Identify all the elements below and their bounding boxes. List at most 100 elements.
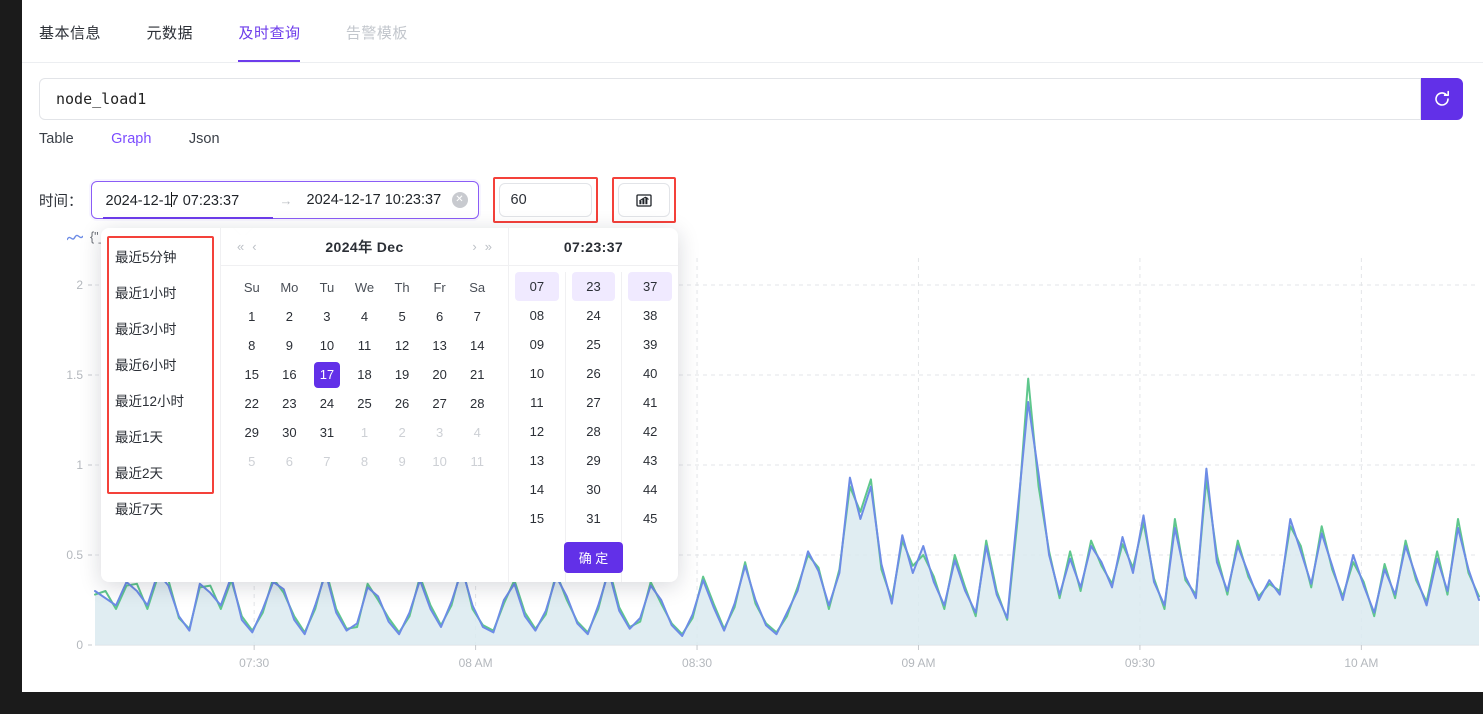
quick-range-1d[interactable]: 最近1天 <box>101 418 220 454</box>
calendar-day[interactable]: 18 <box>351 362 377 388</box>
calendar-day[interactable]: 9 <box>389 449 415 475</box>
confirm-button[interactable]: 确 定 <box>563 541 624 573</box>
quick-range-3h[interactable]: 最近3小时 <box>101 310 220 346</box>
calendar-day[interactable]: 8 <box>239 333 265 359</box>
calendar-day[interactable]: 15 <box>239 362 265 388</box>
calendar-day[interactable]: 17 <box>313 362 340 388</box>
calendar-day[interactable]: 10 <box>427 449 453 475</box>
hour-option[interactable]: 10 <box>515 359 559 388</box>
calendar-day[interactable]: 2 <box>276 304 302 330</box>
second-option[interactable]: 42 <box>628 417 672 446</box>
view-tab-table[interactable]: Table <box>39 131 74 147</box>
minute-option[interactable]: 29 <box>572 446 616 475</box>
tab-instant-query[interactable]: 及时查询 <box>238 0 301 62</box>
quick-range-2d[interactable]: 最近2天 <box>101 454 220 490</box>
refresh-icon <box>1435 90 1449 106</box>
next-month-icon[interactable]: › <box>468 239 480 254</box>
calendar-day[interactable]: 29 <box>239 420 265 446</box>
minute-option[interactable]: 26 <box>572 359 616 388</box>
calendar-day[interactable]: 7 <box>464 304 490 330</box>
calendar-day[interactable]: 26 <box>389 391 415 417</box>
calendar-day[interactable]: 4 <box>351 304 377 330</box>
calendar-day[interactable]: 13 <box>427 333 453 359</box>
minute-option[interactable]: 23 <box>571 272 616 301</box>
calendar-day[interactable]: 4 <box>464 420 490 446</box>
calendar-day[interactable]: 7 <box>314 449 340 475</box>
second-option[interactable]: 37 <box>628 272 673 301</box>
minute-option[interactable]: 30 <box>572 475 616 504</box>
calendar-day[interactable]: 12 <box>389 333 415 359</box>
refresh-button[interactable] <box>1421 78 1463 120</box>
query-input[interactable] <box>39 78 1421 120</box>
calendar-day[interactable]: 1 <box>239 304 265 330</box>
prev-month-icon[interactable]: ‹ <box>248 239 260 254</box>
view-tab-graph[interactable]: Graph <box>111 131 151 147</box>
calendar-day[interactable]: 25 <box>351 391 377 417</box>
time-range-picker[interactable]: 2024-12-17 07:23:37 → 2024-12-17 10:23:3… <box>90 181 479 219</box>
hour-option[interactable]: 12 <box>515 417 559 446</box>
calendar-day[interactable]: 5 <box>389 304 415 330</box>
calendar-day[interactable]: 6 <box>276 449 302 475</box>
minute-option[interactable]: 25 <box>572 330 616 359</box>
quick-range-12h[interactable]: 最近12小时 <box>101 382 220 418</box>
calendar-day[interactable]: 19 <box>389 362 415 388</box>
view-tab-json[interactable]: Json <box>189 131 220 147</box>
range-end-value[interactable]: 2024-12-17 10:23:37 <box>307 192 442 208</box>
hour-option[interactable]: 15 <box>515 504 559 533</box>
calendar-day[interactable]: 28 <box>464 391 490 417</box>
calendar-day[interactable]: 11 <box>464 449 490 475</box>
calendar-day[interactable]: 3 <box>314 304 340 330</box>
popup-footer: 确 定 <box>509 532 678 582</box>
step-input[interactable] <box>498 183 592 217</box>
clear-range-icon[interactable]: ✕ <box>451 192 468 208</box>
calendar-day[interactable]: 21 <box>464 362 490 388</box>
quick-range-6h[interactable]: 最近6小时 <box>101 346 220 382</box>
calendar-day[interactable]: 5 <box>239 449 265 475</box>
calendar-day[interactable]: 2 <box>389 420 415 446</box>
calendar-day[interactable]: 31 <box>314 420 340 446</box>
second-option[interactable]: 40 <box>628 359 672 388</box>
calendar-day[interactable]: 23 <box>276 391 302 417</box>
tab-metadata[interactable]: 元数据 <box>146 0 193 61</box>
calendar-day[interactable]: 1 <box>351 420 377 446</box>
calendar-dow: Th <box>394 280 410 295</box>
calendar-day[interactable]: 14 <box>464 333 490 359</box>
second-option[interactable]: 45 <box>628 504 672 533</box>
prev-year-icon[interactable]: « <box>233 239 248 254</box>
calendar-day[interactable]: 6 <box>427 304 453 330</box>
calendar-day[interactable]: 30 <box>276 420 302 446</box>
calendar-day[interactable]: 8 <box>351 449 377 475</box>
chart-toggle-button[interactable] <box>617 183 670 217</box>
second-option[interactable]: 41 <box>628 388 672 417</box>
hour-option[interactable]: 13 <box>515 446 559 475</box>
range-start-value[interactable]: 2024-12-17 07:23:37 <box>106 191 276 209</box>
hour-option[interactable]: 11 <box>515 388 559 417</box>
calendar-day[interactable]: 20 <box>427 362 453 388</box>
quick-range-1h[interactable]: 最近1小时 <box>101 274 220 310</box>
hour-option[interactable]: 14 <box>515 475 559 504</box>
minute-option[interactable]: 27 <box>572 388 616 417</box>
calendar-day[interactable]: 10 <box>314 333 340 359</box>
calendar-day[interactable]: 9 <box>276 333 302 359</box>
calendar-day[interactable]: 27 <box>427 391 453 417</box>
calendar-day[interactable]: 24 <box>314 391 340 417</box>
second-option[interactable]: 43 <box>628 446 672 475</box>
calendar-day[interactable]: 22 <box>239 391 265 417</box>
next-year-icon[interactable]: » <box>481 239 496 254</box>
tab-alert-template[interactable]: 告警模板 <box>346 0 408 61</box>
hour-option[interactable]: 07 <box>515 272 559 301</box>
second-option[interactable]: 39 <box>628 330 672 359</box>
tab-basic-info[interactable]: 基本信息 <box>39 0 101 61</box>
calendar-day[interactable]: 3 <box>427 420 453 446</box>
minute-option[interactable]: 31 <box>572 504 616 533</box>
calendar-day[interactable]: 11 <box>351 333 377 359</box>
calendar-day[interactable]: 16 <box>276 362 302 388</box>
second-option[interactable]: 38 <box>628 301 672 330</box>
quick-range-7d[interactable]: 最近7天 <box>101 490 220 526</box>
second-option[interactable]: 44 <box>628 475 672 504</box>
minute-option[interactable]: 24 <box>572 301 616 330</box>
quick-range-5m[interactable]: 最近5分钟 <box>101 238 220 274</box>
hour-option[interactable]: 09 <box>515 330 559 359</box>
minute-option[interactable]: 28 <box>572 417 616 446</box>
hour-option[interactable]: 08 <box>515 301 559 330</box>
